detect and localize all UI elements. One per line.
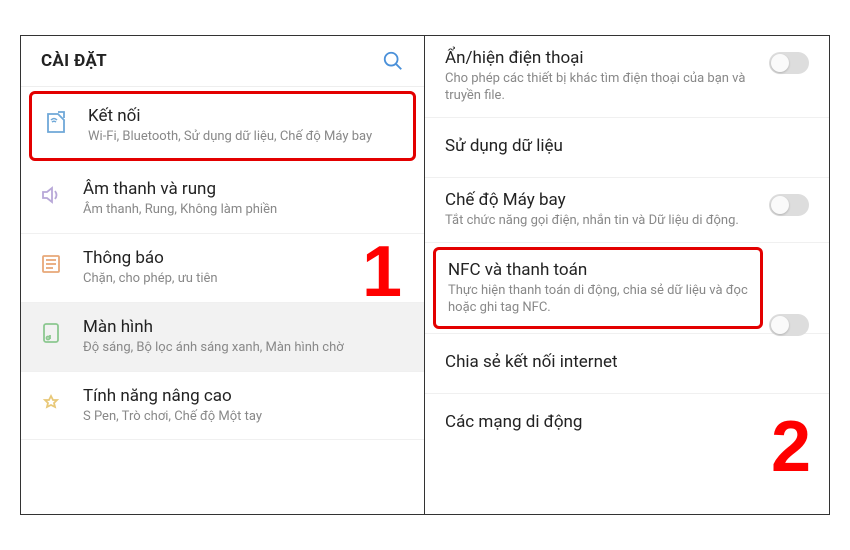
item-title: Tính năng nâng cao [83,386,406,406]
item-content: Thông báo Chặn, cho phép, ưu tiên [83,248,406,288]
item-content: Các mạng di động [445,412,809,435]
item-subtitle: Chặn, cho phép, ưu tiên [83,271,406,288]
settings-item-connections[interactable]: Kết nối Wi-Fi, Bluetooth, Sử dụng dữ liệ… [29,91,416,161]
toggle-switch[interactable] [769,194,809,216]
item-content: Sử dụng dữ liệu [445,136,809,159]
item-subtitle: Tắt chức năng gọi điện, nhắn tin và Dữ l… [445,213,757,230]
settings-main-panel: CÀI ĐẶT Kết nối Wi-Fi, Bluetoo [21,36,425,514]
item-content: Chế độ Máy bay Tắt chức năng gọi điện, n… [445,190,757,230]
item-title: NFC và thanh toán [448,260,748,280]
item-content: Chia sẻ kết nối internet [445,352,809,375]
header-title: CÀI ĐẶT [41,51,107,71]
item-content: Ẩn/hiện điện thoại Cho phép các thiết bị… [445,48,757,105]
settings-item-advanced[interactable]: Tính năng nâng cao S Pen, Trò chơi, Chế … [21,372,424,441]
connections-item-nfc-payment[interactable]: NFC và thanh toán Thực hiện thanh toán d… [433,247,763,330]
item-title: Chế độ Máy bay [445,190,757,210]
toggle-switch[interactable] [769,314,809,336]
sound-icon [39,183,63,207]
connections-detail-panel: Ẩn/hiện điện thoại Cho phép các thiết bị… [425,36,829,514]
item-subtitle: Wi-Fi, Bluetooth, Sử dụng dữ liệu, Chế đ… [88,129,401,146]
item-title: Sử dụng dữ liệu [445,136,809,156]
settings-item-display[interactable]: Màn hình Độ sáng, Bộ lọc ánh sáng xanh, … [21,303,424,372]
item-content: Âm thanh và rung Âm thanh, Rung, Không l… [83,179,406,219]
connections-item-mobile-networks[interactable]: Các mạng di động [425,394,829,453]
annotation-number-1: 1 [362,231,402,313]
item-subtitle: Thực hiện thanh toán di động, chia sẻ dữ… [448,283,748,317]
item-title: Chia sẻ kết nối internet [445,352,809,372]
item-title: Âm thanh và rung [83,179,406,199]
display-icon [39,321,63,345]
item-subtitle: S Pen, Trò chơi, Chế độ Một tay [83,409,406,426]
item-title: Ẩn/hiện điện thoại [445,48,757,68]
connections-icon [44,110,68,134]
settings-header: CÀI ĐẶT [21,36,424,87]
toggle-switch[interactable] [769,52,809,74]
item-title: Kết nối [88,106,401,126]
connections-item-data-usage[interactable]: Sử dụng dữ liệu [425,118,829,178]
connections-item-phone-visibility[interactable]: Ẩn/hiện điện thoại Cho phép các thiết bị… [425,36,829,118]
item-title: Thông báo [83,248,406,268]
annotation-number-2: 2 [771,406,811,488]
item-content: Màn hình Độ sáng, Bộ lọc ánh sáng xanh, … [83,317,406,357]
settings-item-sound[interactable]: Âm thanh và rung Âm thanh, Rung, Không l… [21,165,424,234]
item-content: Tính năng nâng cao S Pen, Trò chơi, Chế … [83,386,406,426]
advanced-icon [39,390,63,414]
search-icon[interactable] [382,50,404,72]
item-subtitle: Âm thanh, Rung, Không làm phiền [83,202,406,219]
connections-item-tethering[interactable]: Chia sẻ kết nối internet [425,334,829,394]
item-content: Kết nối Wi-Fi, Bluetooth, Sử dụng dữ liệ… [88,106,401,146]
item-title: Màn hình [83,317,406,337]
item-subtitle: Cho phép các thiết bị khác tìm điện thoạ… [445,71,757,105]
item-content: NFC và thanh toán Thực hiện thanh toán d… [448,260,748,317]
notifications-icon [39,252,63,276]
item-subtitle: Độ sáng, Bộ lọc ánh sáng xanh, Màn hình … [83,340,406,357]
connections-item-airplane-mode[interactable]: Chế độ Máy bay Tắt chức năng gọi điện, n… [425,178,829,243]
item-title: Các mạng di động [445,412,809,432]
